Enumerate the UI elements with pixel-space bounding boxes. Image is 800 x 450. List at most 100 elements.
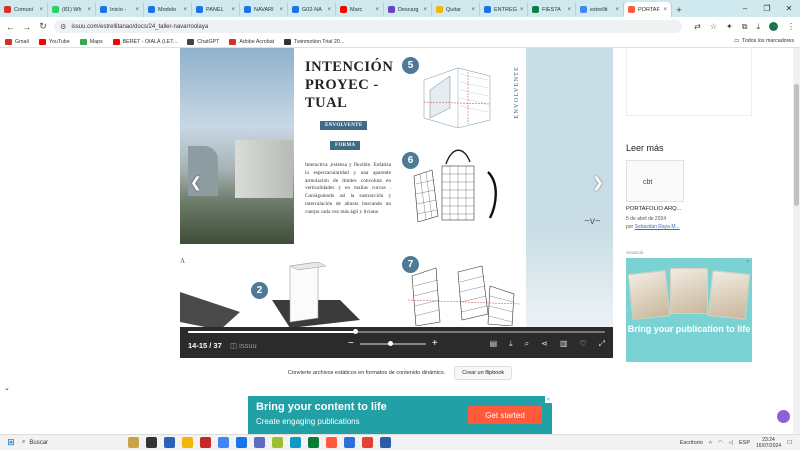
forward-icon[interactable]: →: [21, 21, 31, 33]
translate-icon[interactable]: ⇄: [694, 22, 701, 31]
assistant-icon[interactable]: [777, 410, 790, 423]
reload-icon[interactable]: ↻: [38, 21, 48, 33]
tab-close-icon[interactable]: ×: [135, 7, 139, 13]
tab-close-icon[interactable]: ×: [423, 7, 427, 13]
chrome-icon[interactable]: [218, 437, 229, 448]
author-link[interactable]: Sebastián Raya M...: [635, 224, 680, 230]
bookmark-star-icon[interactable]: ☆: [710, 22, 717, 31]
scrollbar-thumb[interactable]: [794, 84, 799, 206]
fullscreen-icon[interactable]: ⤢: [599, 339, 605, 349]
new-tab-button[interactable]: +: [672, 2, 686, 17]
tab-close-icon[interactable]: ×: [375, 7, 379, 13]
tab-close-icon[interactable]: ×: [183, 7, 187, 13]
app-icon-red[interactable]: [200, 437, 211, 448]
tray-overflow-icon[interactable]: ˄: [709, 440, 712, 446]
site-info-icon[interactable]: ⚙: [60, 23, 66, 31]
menu-icon[interactable]: ⋮: [787, 22, 795, 31]
windows-start-icon[interactable]: ⊞: [0, 437, 22, 448]
tab-close-icon[interactable]: ×: [663, 7, 667, 13]
task-view-icon[interactable]: [146, 437, 157, 448]
like-icon[interactable]: ♡: [579, 339, 586, 349]
create-flipbook-button[interactable]: Crear un flipbook: [454, 366, 513, 380]
zoom-slider[interactable]: [359, 340, 426, 346]
zoom-in-button[interactable]: +: [432, 338, 438, 349]
share-icon[interactable]: ⋖: [541, 339, 548, 349]
word-icon[interactable]: [344, 437, 355, 448]
recommended-title[interactable]: PORTAFOLIO ARQ...: [626, 206, 682, 212]
zoom-out-button[interactable]: −: [348, 338, 354, 349]
wifi-icon[interactable]: ◠: [718, 440, 723, 446]
tab-close-icon[interactable]: ×: [279, 7, 283, 13]
stats-icon[interactable]: ▥: [560, 339, 568, 349]
bottom-ad-banner[interactable]: Bring your content to life Create engagi…: [248, 396, 552, 434]
page-progress-slider[interactable]: [188, 329, 605, 334]
excel-icon[interactable]: [308, 437, 319, 448]
bookmark-item[interactable]: Twinmotion Trial 20...: [284, 38, 344, 45]
next-page-icon[interactable]: ❯: [592, 174, 604, 191]
bookmark-item[interactable]: Maps: [79, 38, 103, 45]
browser-tab[interactable]: NAVARI ×: [240, 2, 288, 17]
tab-close-icon[interactable]: ×: [567, 7, 571, 13]
chevron-down-icon[interactable]: ⌄: [4, 384, 10, 392]
profile-avatar[interactable]: C: [769, 22, 779, 31]
zoom-app-icon[interactable]: [236, 437, 247, 448]
widget-icon[interactable]: [128, 437, 139, 448]
browser-tab[interactable]: FIESTA ×: [528, 2, 576, 17]
browser-tab[interactable]: ENTREG ×: [480, 2, 528, 17]
all-bookmarks-folder[interactable]: ▭ Todos los marcadores: [734, 38, 794, 44]
address-bar[interactable]: ⚙ issuu.com/estrellitanao/docs/24_taller…: [54, 20, 683, 33]
search-doc-icon[interactable]: ⌕: [525, 339, 529, 349]
mail-icon[interactable]: [164, 437, 175, 448]
browser-tab[interactable]: Modelo ×: [144, 2, 192, 17]
browser-tab[interactable]: PORTAF ×: [624, 2, 672, 17]
tab-close-icon[interactable]: ×: [471, 7, 475, 13]
notification-icon[interactable]: ☐: [787, 440, 792, 446]
back-icon[interactable]: ←: [5, 21, 15, 33]
progress-handle[interactable]: [352, 329, 358, 334]
maximize-icon[interactable]: ❐: [756, 0, 778, 16]
bookmark-item[interactable]: Gmail: [5, 38, 29, 45]
taskbar-search[interactable]: ⌕ Buscar: [22, 439, 100, 446]
bookmark-item[interactable]: BERET - OIALÁ (LET...: [112, 38, 177, 45]
prev-page-icon[interactable]: ❮: [190, 174, 202, 191]
ad-close-icon[interactable]: ×: [746, 259, 749, 265]
browser-tab[interactable]: Comuni ×: [0, 2, 48, 17]
chrome-red-icon[interactable]: [362, 437, 373, 448]
get-started-button[interactable]: Get started: [468, 406, 542, 424]
acrobat-icon[interactable]: [326, 437, 337, 448]
table-of-contents-icon[interactable]: ▤: [490, 339, 498, 349]
page-scrollbar[interactable]: [793, 48, 800, 434]
browser-tab[interactable]: PANEL ×: [192, 2, 240, 17]
tab-close-icon[interactable]: ×: [231, 7, 235, 13]
app-icon-green[interactable]: [272, 437, 283, 448]
tab-close-icon[interactable]: ×: [615, 7, 619, 13]
sidebar-ad[interactable]: × Bring your publication to life: [626, 258, 752, 362]
language-indicator[interactable]: ESP: [739, 440, 750, 446]
zoom-handle[interactable]: [387, 340, 393, 346]
browser-tab[interactable]: (81) Wh ×: [48, 2, 96, 17]
tab-close-icon[interactable]: ×: [327, 7, 331, 13]
download-icon[interactable]: ⤓: [756, 22, 760, 32]
minimize-icon[interactable]: –: [734, 0, 756, 16]
volume-icon[interactable]: ◁: [729, 440, 733, 446]
browser-tab[interactable]: G02-NA ×: [288, 2, 336, 17]
browser-tab[interactable]: Inicio - ×: [96, 2, 144, 17]
network-app-icon[interactable]: [380, 437, 391, 448]
tab-close-icon[interactable]: ×: [520, 7, 524, 13]
extension-icon[interactable]: ✦: [726, 22, 733, 31]
url-text[interactable]: issuu.com/estrellitanao/docs/24_taller-n…: [71, 24, 208, 30]
browser-tab[interactable]: Descarg ×: [384, 2, 432, 17]
browser-tab[interactable]: Marc ×: [336, 2, 384, 17]
file-explorer-icon[interactable]: [182, 437, 193, 448]
recommended-thumbnail[interactable]: cbt: [626, 160, 684, 202]
close-window-icon[interactable]: ✕: [778, 0, 800, 16]
tab-close-icon[interactable]: ×: [39, 7, 43, 13]
browser-tab[interactable]: Quitar ×: [432, 2, 480, 17]
bookmark-item[interactable]: YouTube: [38, 38, 70, 45]
tab-close-icon[interactable]: ×: [87, 7, 91, 13]
bookmark-item[interactable]: ChatGPT: [187, 38, 219, 45]
edge-icon[interactable]: [290, 437, 301, 448]
bookmark-item[interactable]: Adobe Acrobat: [229, 38, 274, 45]
extensions-puzzle-icon[interactable]: ⧉: [742, 22, 748, 32]
clock[interactable]: 23:24 16/07/2024: [756, 437, 781, 449]
